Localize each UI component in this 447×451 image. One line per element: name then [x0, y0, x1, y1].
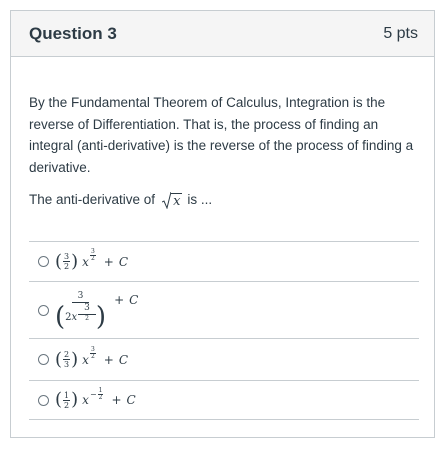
left-paren: (: [55, 389, 63, 410]
answer-expression: ( 2 3 ) x 3 2 + C: [55, 347, 129, 370]
exponent-denominator: 2: [98, 393, 103, 401]
plus-sign: +: [103, 352, 114, 367]
left-paren: (: [55, 348, 63, 370]
exponent-fraction: 3 2: [89, 249, 96, 262]
answer-option[interactable]: ( 3 2 ) x 3 2 + C: [29, 241, 419, 281]
prompt-text-before: The anti-derivative of: [29, 192, 156, 207]
answer-expression: ( 3 2 ) x 3 2 + C: [55, 249, 129, 272]
right-paren: ): [95, 302, 107, 332]
sqrt-expression: x: [162, 191, 183, 209]
coefficient-fraction: 3 2: [63, 252, 71, 271]
exponent-fraction: 3 2: [89, 347, 96, 360]
question-header: Question 3 5 pts: [11, 11, 434, 57]
answer-expression: 3 ( 2 x 3 2 ) + C: [55, 290, 138, 330]
variable: x: [82, 393, 89, 407]
coefficient-fraction: 2 3: [63, 350, 71, 369]
coefficient-numerator: 2: [63, 350, 71, 360]
exponent-sign: −: [89, 389, 97, 399]
constant: C: [129, 293, 139, 307]
coefficient-denominator: 3: [64, 360, 70, 369]
answer-list: ( 3 2 ) x 3 2 + C 3 (2 x 3 2) + C (2 …: [29, 241, 419, 420]
answer-fraction: 3 ( 2 x 3 2 ): [55, 290, 106, 330]
fraction-denominator: ( 2 x 3 2 ): [55, 303, 106, 330]
answer-expression: ( 1 2 ) x − 1 2 + C: [55, 387, 136, 410]
left-paren: (: [55, 302, 66, 332]
plus-sign: +: [114, 293, 125, 307]
question-body: By the Fundamental Theorem of Calculus, …: [11, 92, 434, 210]
question-points: 5 pts: [383, 24, 418, 42]
variable: x: [82, 254, 89, 269]
coefficient-numerator: 3: [63, 252, 71, 262]
question-text: By the Fundamental Theorem of Calculus, …: [29, 95, 414, 175]
question-prompt: The anti-derivative of x is ...: [29, 190, 416, 210]
answer-option[interactable]: 3 ( 2 x 3 2 ) + C: [29, 281, 419, 338]
answer-radio[interactable]: [38, 256, 49, 267]
constant: C: [118, 254, 129, 269]
answer-option[interactable]: ( 1 2 ) x − 1 2 + C: [29, 380, 419, 420]
coefficient-fraction: 1 2: [63, 390, 71, 410]
exponent-denominator: 2: [90, 353, 95, 360]
exponent-fraction: 3 2: [78, 302, 96, 322]
exponent-denominator: 2: [85, 315, 89, 322]
answer-radio[interactable]: [38, 394, 49, 406]
right-paren: ): [71, 250, 79, 272]
coefficient-denominator: 2: [64, 262, 70, 271]
answer-option[interactable]: ( 2 3 ) x 3 2 + C: [29, 338, 419, 380]
exponent-denominator: 2: [90, 255, 95, 262]
left-paren: (: [55, 250, 63, 272]
prompt-text-after: is ...: [187, 192, 213, 207]
answer-radio[interactable]: [38, 304, 49, 316]
exponent-numerator: 3: [78, 302, 96, 315]
question-card: Question 3 5 pts By the Fundamental Theo…: [10, 10, 435, 438]
answer-radio[interactable]: [38, 354, 49, 365]
right-paren: ): [71, 389, 79, 410]
plus-sign: +: [111, 393, 122, 407]
constant: C: [118, 352, 129, 367]
exponent-fraction: 1 2: [97, 387, 104, 401]
question-title: Question 3: [29, 23, 117, 43]
right-paren: ): [71, 348, 79, 370]
radical-sign-icon: [162, 191, 172, 209]
plus-sign: +: [103, 254, 114, 269]
sqrt-variable: x: [171, 192, 183, 209]
coefficient-denominator: 2: [64, 400, 70, 410]
variable: x: [82, 352, 89, 367]
coefficient-numerator: 1: [63, 390, 71, 401]
constant: C: [126, 393, 136, 407]
variable: x: [71, 311, 78, 323]
